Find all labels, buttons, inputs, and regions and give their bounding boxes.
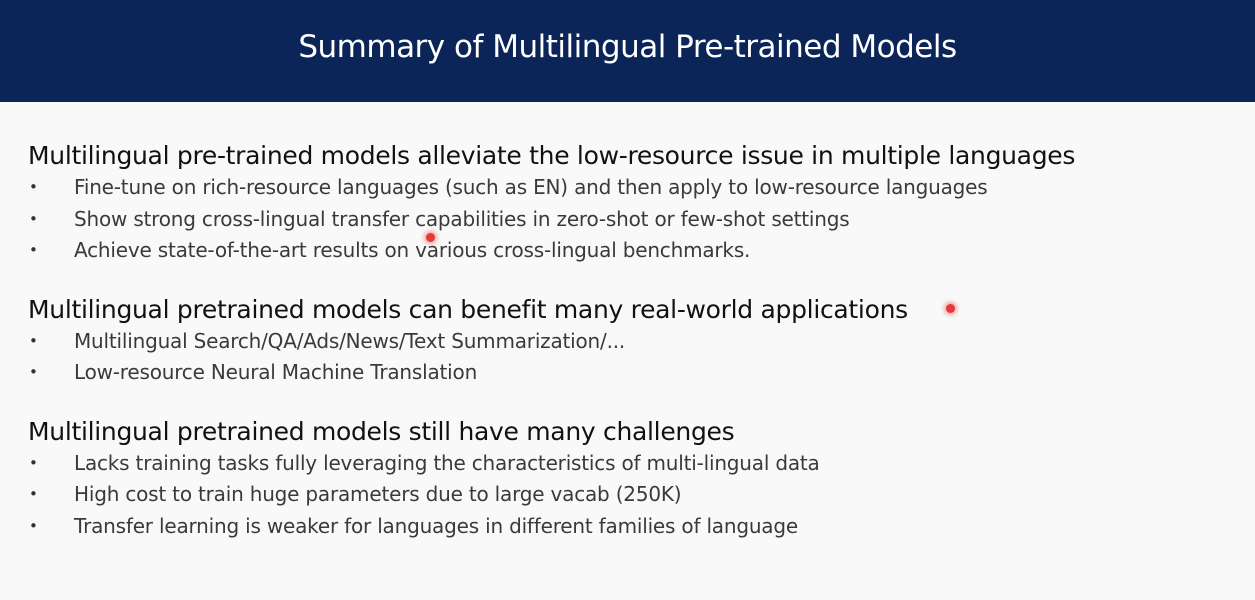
bullet-item: • Lacks training tasks fully leveraging t…: [28, 448, 1228, 480]
bullet-dot-icon: •: [29, 241, 38, 259]
bullet-item: • Transfer learning is weaker for languag…: [28, 511, 1228, 543]
bullet-text: Fine-tune on rich-resource languages (su…: [74, 175, 988, 199]
bullet-text: Low-resource Neural Machine Translation: [74, 360, 478, 384]
bullet-item: • Low-resource Neural Machine Translation: [28, 357, 1228, 389]
bullet-dot-icon: •: [29, 485, 38, 503]
bullet-item: • Show strong cross-lingual transfer capa…: [28, 204, 1228, 236]
bullet-text: Transfer learning is weaker for language…: [74, 513, 798, 538]
bullet-text: Lacks training tasks fully leveraging th…: [74, 450, 820, 475]
bullet-list: • Multilingual Search/QA/Ads/News/Text Su…: [28, 326, 1228, 389]
bullet-item: • Fine-tune on rich-resource languages (s…: [28, 172, 1228, 204]
bullet-dot-icon: •: [29, 363, 38, 381]
slide-content: Multilingual pre-trained models alleviat…: [28, 140, 1228, 542]
bullet-dot-icon: •: [29, 516, 38, 535]
bullet-item: • High cost to train huge parameters due …: [28, 479, 1228, 511]
section-heading: Multilingual pretrained models still hav…: [28, 416, 735, 446]
bullet-item: • Achieve state-of-the-art results on var…: [28, 235, 1228, 267]
section-applications: Multilingual pretrained models can benef…: [28, 294, 1228, 389]
slide: Summary of Multilingual Pre-trained Mode…: [0, 0, 1255, 600]
bullet-text: Achieve state-of-the-art results on vari…: [74, 238, 751, 262]
bullet-dot-icon: •: [29, 209, 38, 228]
bullet-dot-icon: •: [29, 178, 38, 196]
bullet-text: High cost to train huge parameters due t…: [74, 482, 682, 506]
laser-pointer-icon: [946, 304, 955, 313]
bullet-item: • Multilingual Search/QA/Ads/News/Text Su…: [28, 326, 1228, 358]
section-heading: Multilingual pre-trained models alleviat…: [28, 141, 1076, 170]
section-heading: Multilingual pretrained models can benef…: [28, 294, 908, 324]
laser-pointer-icon: [426, 233, 435, 242]
bullet-text: Show strong cross-lingual transfer capab…: [74, 206, 850, 231]
section-low-resource: Multilingual pre-trained models alleviat…: [28, 140, 1228, 267]
bullet-dot-icon: •: [29, 453, 38, 472]
section-challenges: Multilingual pretrained models still hav…: [28, 416, 1228, 543]
bullet-text: Multilingual Search/QA/Ads/News/Text Sum…: [74, 328, 626, 353]
bullet-dot-icon: •: [29, 331, 38, 350]
bullet-list: • Lacks training tasks fully leveraging t…: [28, 448, 1228, 543]
title-bar: Summary of Multilingual Pre-trained Mode…: [0, 0, 1255, 102]
bullet-list: • Fine-tune on rich-resource languages (s…: [28, 172, 1228, 267]
slide-title: Summary of Multilingual Pre-trained Mode…: [298, 29, 957, 65]
